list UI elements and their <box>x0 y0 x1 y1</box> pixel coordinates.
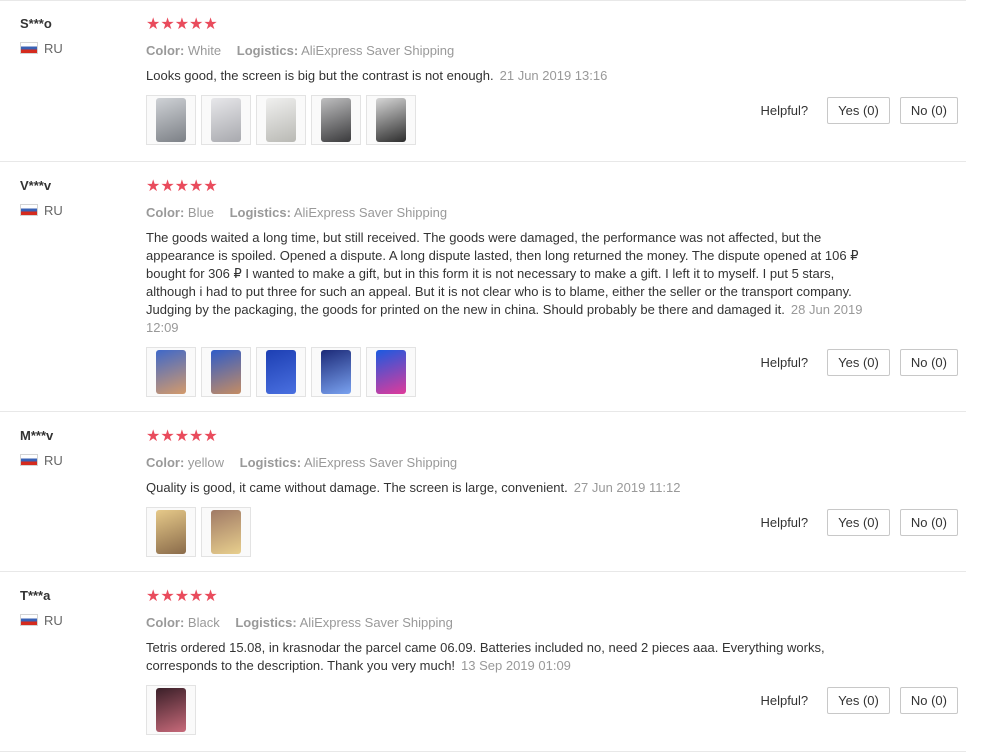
helpful-yes-button[interactable]: Yes (0) <box>827 349 890 376</box>
helpful-label: Helpful? <box>760 693 809 708</box>
review-content: ★★★★★ Color: Blue Logistics: AliExpress … <box>146 178 866 397</box>
country-code: RU <box>44 452 63 468</box>
logistics-value: AliExpress Saver Shipping <box>299 615 453 630</box>
review-photo-thumbnail[interactable] <box>201 95 251 145</box>
review-content: ★★★★★ Color: Black Logistics: AliExpress… <box>146 588 866 735</box>
reviewer-info: S***o RU <box>20 16 63 56</box>
helpful-no-button[interactable]: No (0) <box>899 97 958 124</box>
logistics-label: Logistics: <box>239 455 302 470</box>
review-meta: Color: White Logistics: AliExpress Saver… <box>146 42 866 60</box>
reviewer-name: M***v <box>20 428 54 443</box>
russia-flag-icon <box>20 454 38 466</box>
review-photos <box>146 507 866 557</box>
helpful-label: Helpful? <box>760 515 809 530</box>
color-value: Blue <box>187 205 214 220</box>
review-photo-thumbnail[interactable] <box>146 347 196 397</box>
review-text: The goods waited a long time, but still … <box>146 229 866 337</box>
reviewer-country: RU <box>20 202 63 218</box>
review-photo-thumbnail[interactable] <box>146 685 196 735</box>
review-photo-thumbnail[interactable] <box>146 95 196 145</box>
review-photo-thumbnail[interactable] <box>146 507 196 557</box>
review-meta: Color: Blue Logistics: AliExpress Saver … <box>146 204 866 222</box>
helpful-no-button[interactable]: No (0) <box>899 349 958 376</box>
review-text: Looks good, the screen is big but the co… <box>146 67 866 85</box>
review-body: Looks good, the screen is big but the co… <box>146 68 494 83</box>
review-item: T***a RU ★★★★★ Color: Black Logistics: A… <box>0 572 966 752</box>
review-item: M***v RU ★★★★★ Color: yellow Logistics: … <box>0 412 966 572</box>
color-value: White <box>187 43 222 58</box>
star-rating: ★★★★★ <box>146 588 218 605</box>
color-label: Color: <box>146 615 185 630</box>
logistics-value: AliExpress Saver Shipping <box>301 43 455 58</box>
review-photo-thumbnail[interactable] <box>201 507 251 557</box>
reviewer-country: RU <box>20 612 63 628</box>
logistics-value: AliExpress Saver Shipping <box>293 205 448 220</box>
review-photos <box>146 95 866 145</box>
helpful-yes-button[interactable]: Yes (0) <box>827 509 890 536</box>
russia-flag-icon <box>20 614 38 626</box>
helpful-no-button[interactable]: No (0) <box>899 687 958 714</box>
country-code: RU <box>44 612 63 628</box>
review-photos <box>146 347 866 397</box>
review-text: Quality is good, it came without damage.… <box>146 479 866 497</box>
star-rating: ★★★★★ <box>146 428 218 445</box>
review-meta: Color: yellow Logistics: AliExpress Save… <box>146 454 866 472</box>
reviewer-info: M***v RU <box>20 428 63 468</box>
color-label: Color: <box>146 43 185 58</box>
reviewer-info: T***a RU <box>20 588 63 628</box>
country-code: RU <box>44 202 63 218</box>
star-rating: ★★★★★ <box>146 178 218 195</box>
logistics-label: Logistics: <box>235 615 297 630</box>
russia-flag-icon <box>20 42 38 54</box>
review-content: ★★★★★ Color: yellow Logistics: AliExpres… <box>146 428 866 557</box>
color-label: Color: <box>146 455 185 470</box>
review-photo-thumbnail[interactable] <box>201 347 251 397</box>
reviewer-country: RU <box>20 452 63 468</box>
helpful-controls: Helpful? Yes (0) No (0) <box>760 687 958 714</box>
logistics-value: AliExpress Saver Shipping <box>303 455 458 470</box>
review-photo-thumbnail[interactable] <box>366 347 416 397</box>
star-rating: ★★★★★ <box>146 16 218 33</box>
reviewer-info: V***v RU <box>20 178 63 218</box>
helpful-no-button[interactable]: No (0) <box>899 509 958 536</box>
review-photo-thumbnail[interactable] <box>311 347 361 397</box>
helpful-label: Helpful? <box>760 355 809 370</box>
helpful-yes-button[interactable]: Yes (0) <box>827 97 890 124</box>
review-photo-thumbnail[interactable] <box>256 95 306 145</box>
reviewer-name: V***v <box>20 178 52 193</box>
helpful-controls: Helpful? Yes (0) No (0) <box>760 509 958 536</box>
helpful-controls: Helpful? Yes (0) No (0) <box>760 97 958 124</box>
logistics-label: Logistics: <box>229 205 291 220</box>
review-date: 13 Sep 2019 01:09 <box>461 658 571 673</box>
review-body: Quality is good, it came without damage.… <box>146 480 568 495</box>
review-body: The goods waited a long time, but still … <box>146 230 859 317</box>
review-date: 21 Jun 2019 13:16 <box>499 68 608 83</box>
color-label: Color: <box>146 205 185 220</box>
russia-flag-icon <box>20 204 38 216</box>
review-item: S***o RU ★★★★★ Color: White Logistics: A… <box>0 0 966 162</box>
logistics-label: Logistics: <box>236 43 299 58</box>
helpful-label: Helpful? <box>760 103 809 118</box>
helpful-controls: Helpful? Yes (0) No (0) <box>760 349 958 376</box>
review-date: 27 Jun 2019 11:12 <box>573 480 681 495</box>
review-photo-thumbnail[interactable] <box>256 347 306 397</box>
reviewer-name: T***a <box>20 588 51 603</box>
color-value: yellow <box>187 455 225 470</box>
review-text: Tetris ordered 15.08, in krasnodar the p… <box>146 639 866 675</box>
review-photo-thumbnail[interactable] <box>366 95 416 145</box>
review-content: ★★★★★ Color: White Logistics: AliExpress… <box>146 16 866 145</box>
review-item: V***v RU ★★★★★ Color: Blue Logistics: Al… <box>0 162 966 412</box>
color-value: Black <box>187 615 220 630</box>
review-photo-thumbnail[interactable] <box>311 95 361 145</box>
helpful-yes-button[interactable]: Yes (0) <box>827 687 890 714</box>
reviewer-country: RU <box>20 40 63 56</box>
review-meta: Color: Black Logistics: AliExpress Saver… <box>146 614 866 632</box>
country-code: RU <box>44 40 63 56</box>
review-photos <box>146 685 866 735</box>
reviewer-name: S***o <box>20 16 52 31</box>
